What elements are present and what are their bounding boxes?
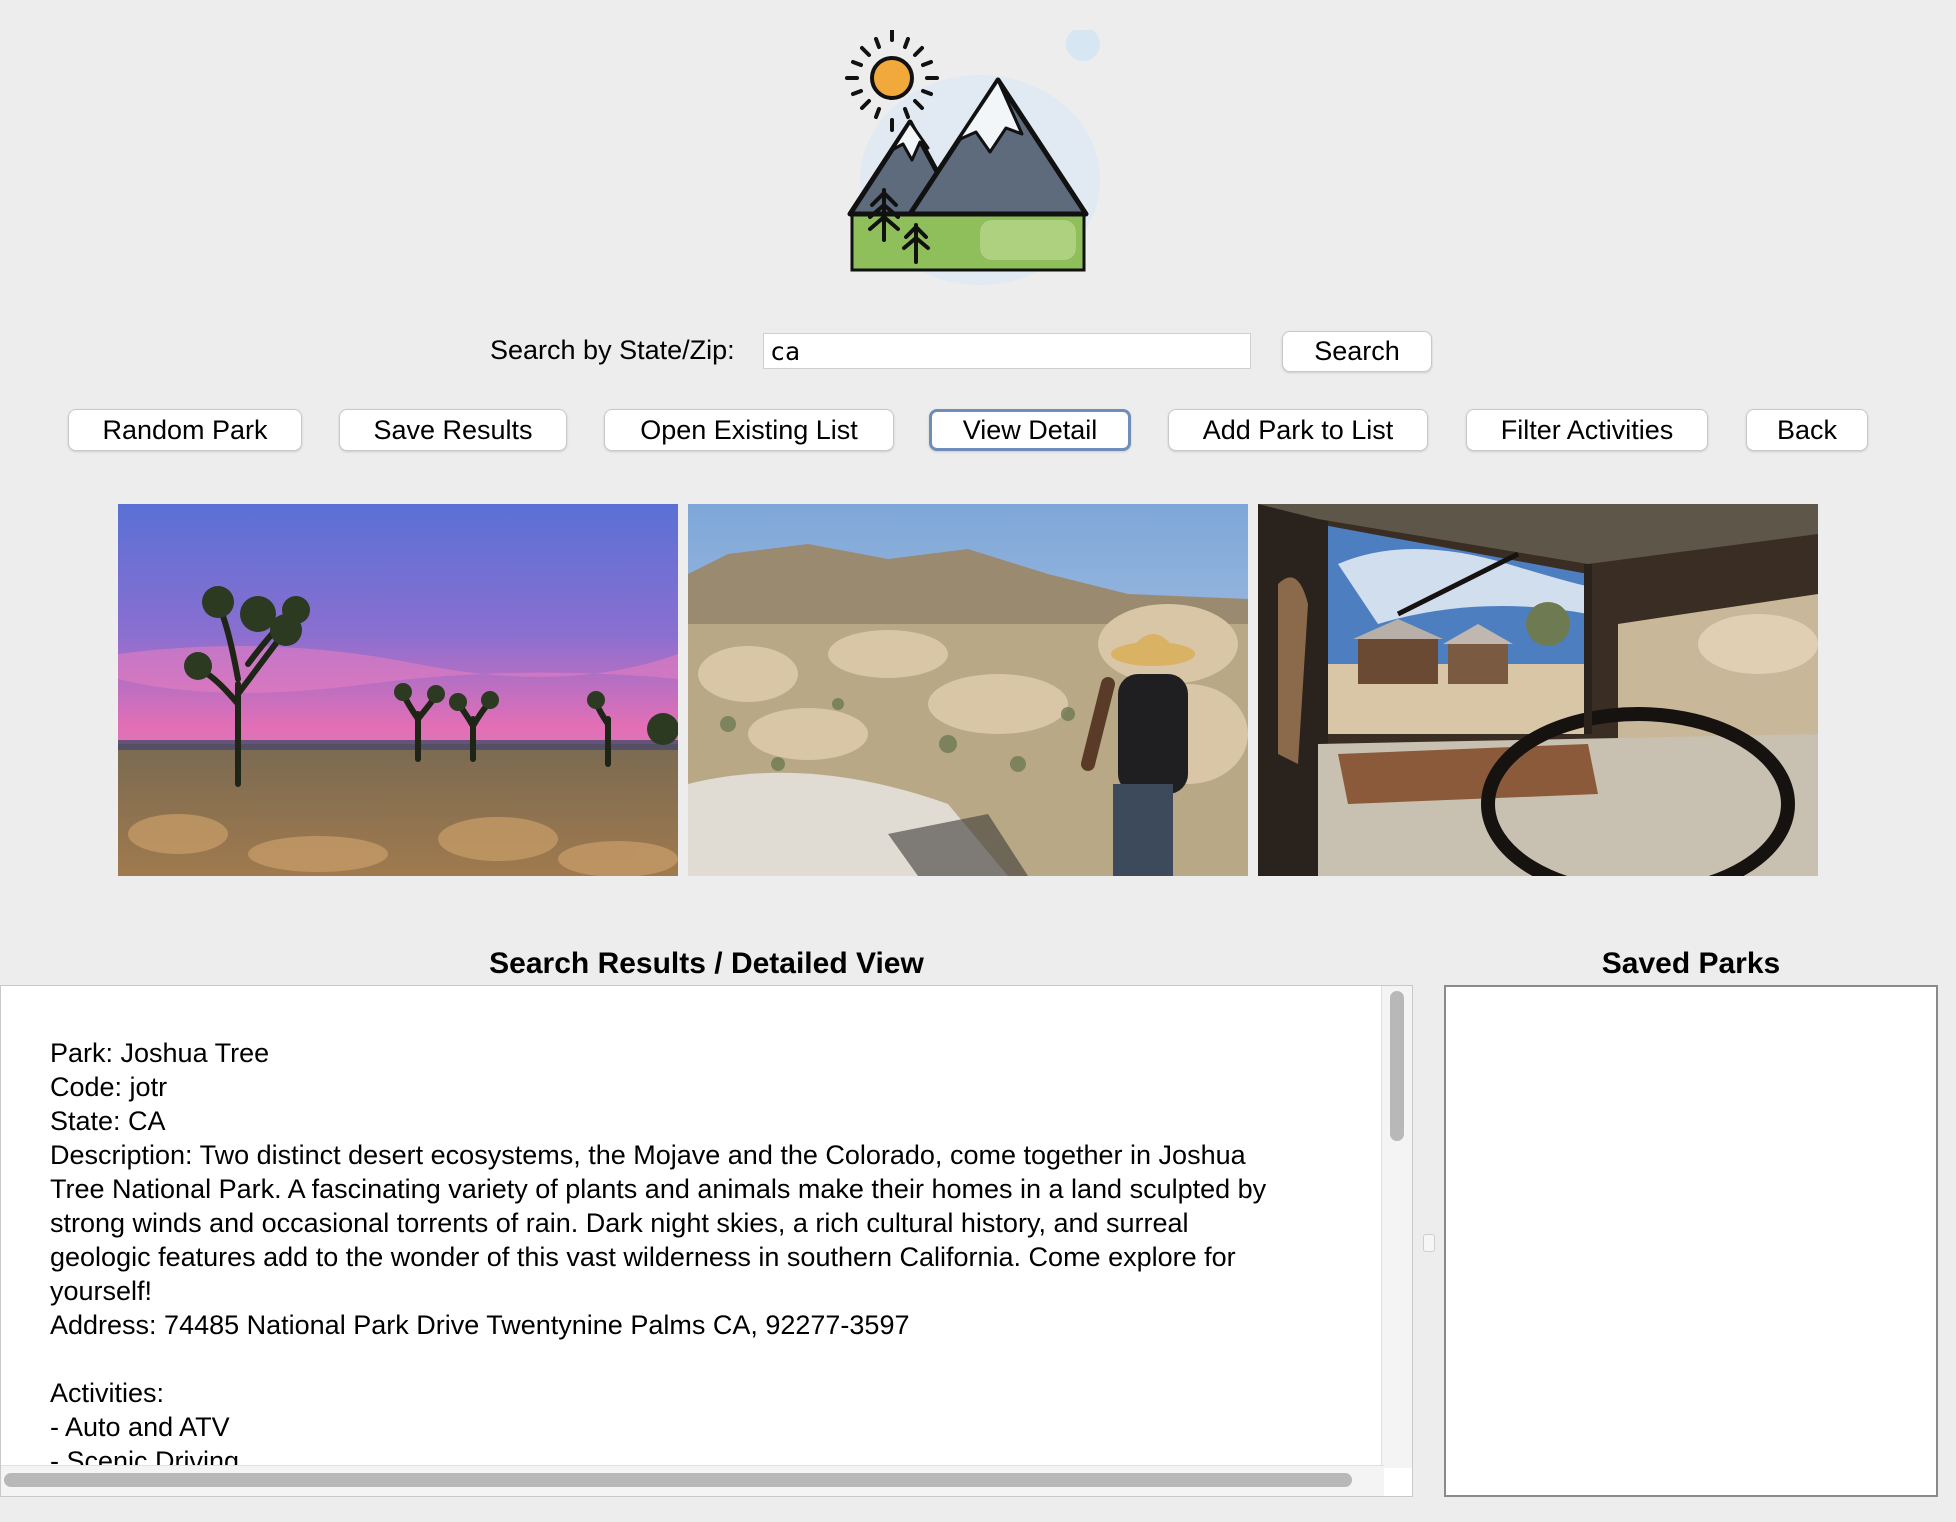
- saved-parks-title: Saved Parks: [1601, 947, 1781, 980]
- search-label: Search by State/Zip:: [490, 335, 735, 365]
- park-photo-1: [118, 504, 678, 876]
- horizontal-scroll-thumb[interactable]: [4, 1473, 1352, 1487]
- view-detail-button[interactable]: View Detail: [929, 409, 1131, 451]
- add-park-to-list-button[interactable]: Add Park to List: [1168, 409, 1428, 451]
- filter-activities-button[interactable]: Filter Activities: [1466, 409, 1708, 451]
- search-input[interactable]: [763, 333, 1251, 369]
- vertical-scrollbar[interactable]: [1381, 986, 1412, 1468]
- results-title: Search Results / Detailed View: [489, 947, 924, 980]
- old-truck-ghost-town-photo: [1258, 504, 1818, 876]
- park-photo-2: [688, 504, 1248, 876]
- results-textbox[interactable]: Park: Joshua Tree Code: jotr State: CA D…: [0, 985, 1413, 1497]
- app-logo: [840, 27, 1120, 285]
- back-button[interactable]: Back: [1746, 409, 1868, 451]
- save-results-button[interactable]: Save Results: [339, 409, 567, 451]
- park-photo-3: [1258, 504, 1818, 876]
- mountains-sun-trees-logo-icon: [845, 27, 1100, 285]
- random-park-button[interactable]: Random Park: [68, 409, 302, 451]
- open-existing-list-button[interactable]: Open Existing List: [604, 409, 894, 451]
- pane-divider-handle[interactable]: [1423, 1234, 1435, 1252]
- saved-parks-list[interactable]: [1444, 985, 1938, 1497]
- results-text: Park: Joshua Tree Code: jotr State: CA D…: [50, 1038, 1267, 1476]
- search-button[interactable]: Search: [1282, 331, 1432, 372]
- hiker-desert-rocks-photo: [688, 504, 1248, 876]
- horizontal-scrollbar[interactable]: [1, 1465, 1384, 1496]
- vertical-scroll-thumb[interactable]: [1390, 991, 1404, 1141]
- joshua-tree-sunset-photo: [118, 504, 678, 876]
